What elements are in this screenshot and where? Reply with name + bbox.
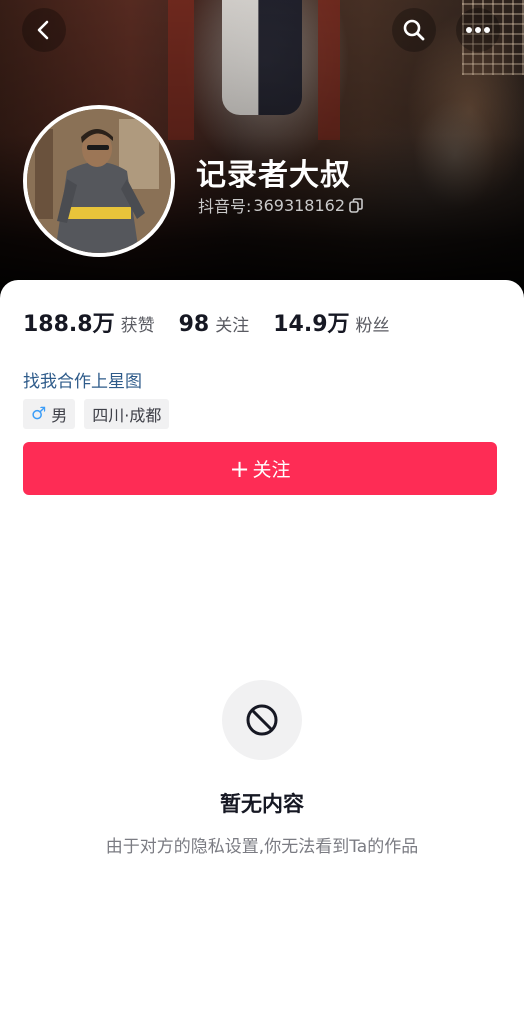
follow-button[interactable]: + 关注	[23, 442, 497, 495]
search-icon	[403, 19, 425, 41]
back-button[interactable]	[22, 8, 66, 52]
male-icon: ♂	[31, 404, 47, 424]
location-tag: 四川·成都	[84, 399, 170, 429]
stats-row: 188.8万 获赞 98 关注 14.9万 粉丝	[23, 306, 414, 338]
gender-label: 男	[51, 406, 68, 425]
gender-tag: ♂ 男	[23, 399, 76, 429]
more-button[interactable]	[456, 8, 500, 52]
empty-state-title: 暂无内容	[220, 792, 304, 816]
follow-button-label: 关注	[252, 459, 291, 481]
prohibited-icon	[246, 704, 278, 736]
plus-icon: +	[229, 454, 250, 483]
stat-likes-value: 188.8万	[23, 312, 115, 337]
star-map-link[interactable]: 找我合作上星图	[23, 367, 142, 392]
location-label: 四川·成都	[92, 406, 162, 425]
avatar[interactable]	[23, 105, 175, 257]
profile-name: 记录者大叔	[196, 158, 351, 193]
stat-following[interactable]: 98 关注	[179, 311, 250, 337]
copy-icon[interactable]	[349, 197, 363, 213]
douyin-id-value: 369318162	[253, 195, 346, 215]
douyin-id-label: 抖音号:	[198, 197, 252, 216]
more-dots-icon	[466, 27, 490, 33]
chevron-left-icon	[37, 20, 49, 40]
stat-followers-label: 粉丝	[355, 316, 390, 336]
stat-followers-value: 14.9万	[273, 312, 350, 337]
stat-likes[interactable]: 188.8万 获赞	[23, 306, 155, 338]
stat-likes-label: 获赞	[120, 316, 155, 336]
avatar-photo	[27, 109, 171, 253]
stat-following-value: 98	[178, 312, 210, 337]
profile-tags: ♂ 男 四川·成都	[23, 399, 178, 429]
empty-state-icon-wrap	[222, 680, 302, 760]
stat-followers[interactable]: 14.9万 粉丝	[273, 306, 389, 338]
profile-card: 188.8万 获赞 98 关注 14.9万 粉丝 找我合作上星图 ♂ 男 四川·…	[0, 280, 524, 1024]
empty-state-description: 由于对方的隐私设置,你无法看到Ta的作品	[105, 837, 419, 857]
douyin-id[interactable]: 抖音号: 369318162	[198, 193, 363, 217]
search-button[interactable]	[392, 8, 436, 52]
stat-following-label: 关注	[215, 316, 250, 336]
